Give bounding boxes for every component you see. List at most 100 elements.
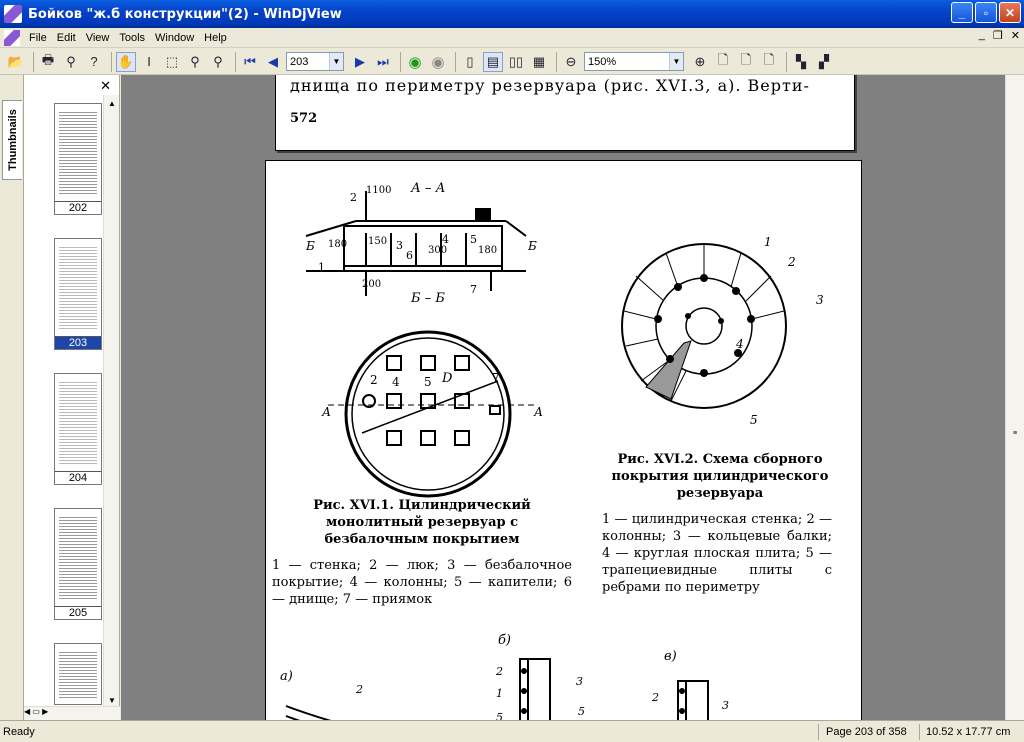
layers-icon[interactable]: ▞ <box>814 52 834 72</box>
thumbnails-scrollbar[interactable]: ▲ ▼ <box>103 95 119 720</box>
thumbnail-page[interactable]: 205 <box>54 508 102 620</box>
scroll-up-icon[interactable]: ▲ <box>104 95 120 111</box>
zoom-out-icon[interactable]: ⊖ <box>561 52 581 72</box>
thumbnail-label: 203 <box>55 336 101 349</box>
select-tool-icon[interactable]: I <box>139 52 159 72</box>
figure-drawings <box>285 191 787 720</box>
ref-number: 5 <box>496 711 503 720</box>
menu-view[interactable]: View <box>81 32 115 44</box>
ref-number: 5 <box>470 233 477 246</box>
figure-legend: 1 — стенка; 2 — люк; 3 — безбалочное пок… <box>272 558 572 607</box>
maximize-button[interactable]: ▫ <box>975 2 997 23</box>
last-page-icon[interactable]: ⏭ <box>373 52 393 72</box>
print-icon[interactable]: 🖶 <box>38 52 58 72</box>
ref-number: 7 <box>470 283 477 296</box>
dim-label: 180 <box>478 245 498 256</box>
dim-label: 1100 <box>366 185 392 196</box>
open-icon[interactable]: 📂 <box>6 52 26 72</box>
ref-number: 5 <box>424 375 432 389</box>
thumbnail-page[interactable]: 204 <box>54 373 102 485</box>
ref-number: 4 <box>392 375 400 389</box>
subfigure-label: в) <box>664 649 677 664</box>
zoom-tool-icon[interactable]: ⚲ <box>185 52 205 72</box>
ref-number: 2 <box>356 683 363 696</box>
next-page-icon[interactable]: ▶ <box>350 52 370 72</box>
find-icon[interactable]: ⚲ <box>61 52 81 72</box>
ref-number: 6 <box>406 249 413 262</box>
dim-label: 180 <box>328 239 348 250</box>
chevron-down-icon[interactable]: ▼ <box>669 53 683 70</box>
ref-number: 3 <box>722 699 729 712</box>
thumbnail-page-selected[interactable]: 203 <box>54 238 102 350</box>
fit-page-icon[interactable]: 🗋 <box>759 52 779 72</box>
first-page-icon[interactable]: ⏮ <box>240 52 260 72</box>
cut-label-b-left: Б <box>306 239 315 253</box>
status-bar: Ready Page 203 of 358 10.52 x 17.77 cm <box>0 720 1024 742</box>
facing-pages-icon[interactable]: ▯▯ <box>506 52 526 72</box>
minimize-button[interactable]: _ <box>951 2 973 23</box>
thumbnails-hscrollbar[interactable]: ◀ ▭ ▶ <box>24 706 120 720</box>
scroll-thumb[interactable]: ≡ <box>1008 430 1022 440</box>
menu-tools[interactable]: Tools <box>114 32 150 44</box>
side-tab-strip: Thumbnails <box>0 75 24 720</box>
ref-number: 3 <box>816 293 824 307</box>
mdi-close-icon[interactable]: ✕ <box>1011 29 1020 42</box>
single-page-icon[interactable]: ▯ <box>460 52 480 72</box>
menu-window[interactable]: Window <box>150 32 199 44</box>
mdi-minimize-icon[interactable]: _ <box>979 29 985 42</box>
thumbnails-panel: ✕ 202 203 204 205 ▲ ▼ ◀ ▭ ▶ <box>24 75 120 720</box>
hand-tool-icon[interactable]: ✋ <box>116 51 136 72</box>
zoom-rect-icon[interactable]: ⚲ <box>208 52 228 72</box>
subfigure-label: б) <box>498 633 512 648</box>
thumbnail-page[interactable]: 202 <box>54 103 102 215</box>
continuous-page-icon[interactable]: ▤ <box>483 51 503 72</box>
menu-edit[interactable]: Edit <box>52 32 81 44</box>
menu-help[interactable]: Help <box>199 32 232 44</box>
ref-number: 7 <box>492 371 500 385</box>
prev-page-icon[interactable]: ◀ <box>263 52 283 72</box>
page-combo-value: 203 <box>290 55 309 68</box>
chevron-down-icon[interactable]: ▼ <box>329 53 343 70</box>
forward-icon[interactable]: ◉ <box>428 52 448 72</box>
rect-select-icon[interactable]: ⬚ <box>162 52 182 72</box>
menu-bar: File Edit View Tools Window Help _ ❐ ✕ <box>0 28 1024 48</box>
ref-number: 1 <box>496 687 503 700</box>
mdi-restore-icon[interactable]: ❐ <box>993 29 1003 42</box>
ref-number: 1 <box>318 261 325 274</box>
actual-size-icon[interactable]: 🗋 <box>713 52 733 72</box>
dim-label: 200 <box>362 279 382 290</box>
ref-number: 4 <box>442 233 449 246</box>
cut-label-a-right: А <box>534 405 544 419</box>
ref-number: 2 <box>788 255 796 269</box>
section-bb-label: Б – Б <box>411 291 445 306</box>
ref-number: 2 <box>652 691 659 704</box>
zoom-in-icon[interactable]: ⊕ <box>690 52 710 72</box>
close-icon[interactable]: ✕ <box>100 78 111 94</box>
thumbnail-label: 204 <box>55 471 101 484</box>
ref-number: 5 <box>578 705 585 718</box>
tab-thumbnails[interactable]: Thumbnails <box>2 100 22 180</box>
status-size: 10.52 x 17.77 cm <box>926 725 1011 738</box>
display-mode-icon[interactable]: ▚ <box>791 52 811 72</box>
page-combo[interactable]: 203 ▼ <box>286 52 344 71</box>
document-icon[interactable] <box>4 29 20 46</box>
document-scrollbar[interactable]: ≡ <box>1005 75 1024 720</box>
zoom-combo[interactable]: 150% ▼ <box>584 52 684 71</box>
diameter-label: D <box>442 371 453 386</box>
thumbnail-page[interactable] <box>54 643 102 705</box>
fit-width-icon[interactable]: 🗋 <box>736 52 756 72</box>
menu-file[interactable]: File <box>24 32 52 44</box>
ref-number: 3 <box>396 239 403 252</box>
help-icon[interactable]: ? <box>84 52 104 72</box>
fig2-plan <box>621 243 787 409</box>
document-viewer[interactable]: днища по периметру резервуара (рис. XVI.… <box>121 75 1005 720</box>
tab-thumbnails-label: Thumbnails <box>6 109 19 171</box>
section-aa-label: А – А <box>411 181 446 196</box>
close-button[interactable]: ✕ <box>999 2 1021 23</box>
ref-number: 2 <box>370 373 378 387</box>
back-icon[interactable]: ◉ <box>405 52 425 72</box>
page-number: 572 <box>290 111 318 126</box>
continuous-facing-icon[interactable]: ▦ <box>529 52 549 72</box>
cut-label-b-right: Б <box>528 239 537 253</box>
page-text-line: днища по периметру резервуара (рис. XVI.… <box>290 76 810 95</box>
